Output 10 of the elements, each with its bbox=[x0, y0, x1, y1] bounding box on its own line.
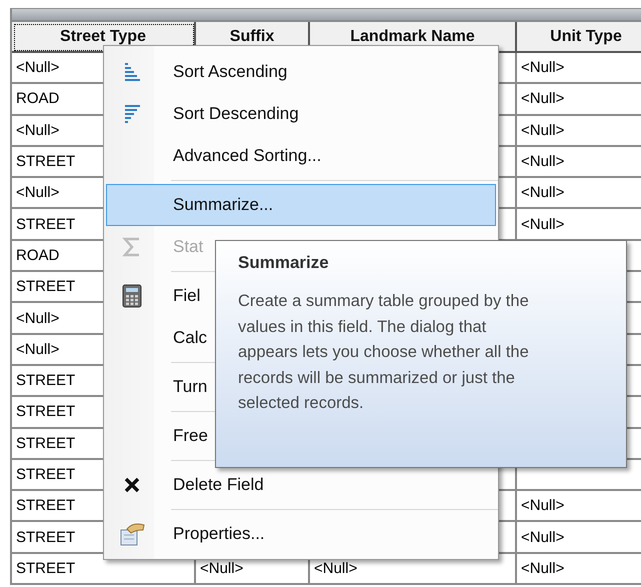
table-cell: <Null> bbox=[517, 84, 641, 116]
table-cell: <Null> bbox=[517, 491, 641, 522]
table-cell: <Null> bbox=[517, 146, 641, 178]
tooltip-text: Create a summary table grouped by the values in this field. The dialog that appears lets you choose whether all the records will be summarized or just the selected records. bbox=[238, 291, 530, 414]
table-cell: <Null> bbox=[517, 53, 641, 84]
table-cell: <Null> bbox=[517, 178, 641, 210]
table-cell: <Null> bbox=[517, 554, 641, 586]
table-cell: <Null> bbox=[517, 522, 641, 554]
table-cell: <Null> bbox=[517, 116, 641, 147]
tooltip-title: Summarize bbox=[238, 253, 330, 273]
